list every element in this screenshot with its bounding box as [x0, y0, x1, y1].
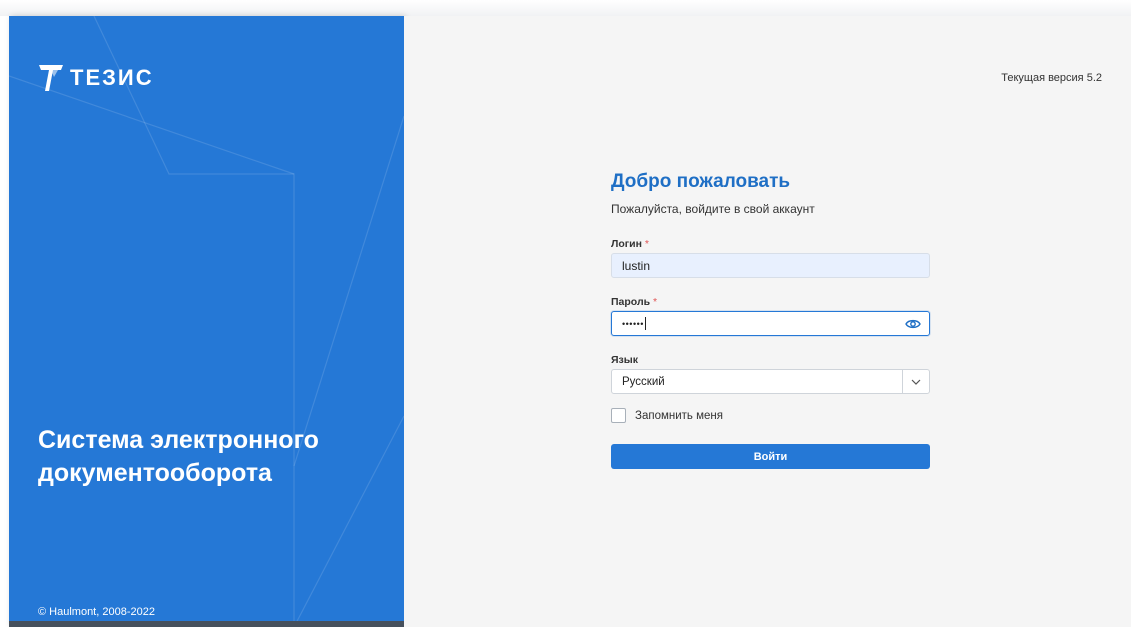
login-input[interactable]: lustin [611, 253, 930, 278]
remember-checkbox[interactable] [611, 408, 626, 423]
bottom-bar [9, 621, 404, 627]
login-label-text: Логин [611, 238, 642, 250]
remember-row[interactable]: Запомнить меня [611, 408, 930, 423]
welcome-subtitle: Пожалуйста, войдите в свой аккаунт [611, 202, 815, 216]
required-mark: * [653, 296, 658, 308]
eye-icon[interactable] [905, 316, 921, 332]
password-label: Пароль * [611, 296, 930, 308]
welcome-heading: Добро пожаловать [611, 171, 791, 192]
version-label: Текущая версия 5.2 [1001, 72, 1102, 84]
language-value: Русский [622, 375, 665, 388]
language-dropdown-button[interactable] [902, 370, 929, 393]
login-field: Логин * lustin [611, 238, 930, 278]
logo: ТЕЗИС [38, 63, 154, 93]
copyright: © Haulmont, 2008-2022 [38, 606, 155, 618]
system-title-line2: документооборота [38, 459, 272, 487]
login-panel: Текущая версия 5.2 Добро пожаловать Пожа… [404, 16, 1131, 627]
login-value: lustin [622, 258, 651, 273]
login-label: Логин * [611, 238, 930, 250]
brand-name: ТЕЗИС [70, 65, 154, 90]
required-mark: * [644, 238, 649, 250]
login-button[interactable]: Войти [611, 444, 930, 469]
language-field: Язык Русский [611, 354, 930, 394]
tezis-logo-icon [39, 65, 63, 91]
language-select[interactable]: Русский [611, 369, 930, 394]
brand-panel: ТЕЗИС Система электронного документообор… [9, 16, 404, 627]
text-caret [644, 317, 646, 330]
background-decoration [9, 16, 404, 627]
top-strip [0, 0, 1131, 16]
password-field: Пароль * •••••• [611, 296, 930, 336]
language-label: Язык [611, 354, 638, 366]
password-input[interactable]: •••••• [611, 311, 930, 336]
chevron-down-icon [911, 379, 921, 385]
remember-label[interactable]: Запомнить меня [635, 410, 723, 422]
system-title: Система электронного документооборота [38, 424, 398, 490]
password-label-text: Пароль [611, 296, 651, 308]
system-title-line1: Система электронного [38, 426, 319, 454]
login-form: Добро пожаловать Пожалуйста, войдите в с… [611, 170, 930, 469]
password-value: •••••• [622, 318, 644, 329]
